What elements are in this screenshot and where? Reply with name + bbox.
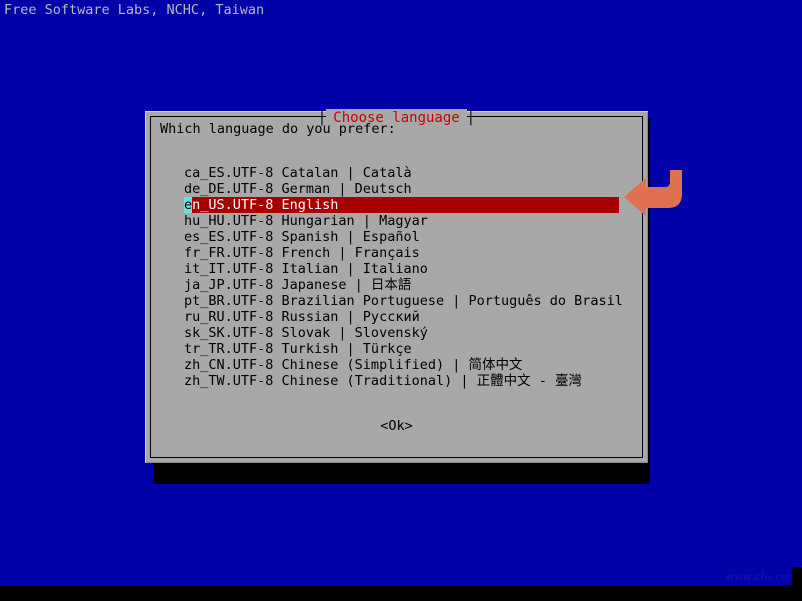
language-row-text: de_DE.UTF-8 German | Deutsch (184, 181, 412, 197)
terminal-screen: Free Software Labs, NCHC, Taiwan │ Choose… (0, 0, 802, 601)
dialog-frame: │ Choose language │ Which language do you … (150, 108, 643, 458)
text-cursor: e (184, 197, 193, 213)
dialog-button-row: <Ok> (151, 415, 642, 434)
choose-language-dialog: │ Choose language │ Which language do you … (145, 108, 648, 463)
language-row-text: it_IT.UTF-8 Italian | Italiano (184, 261, 428, 277)
dialog-prompt: Which language do you prefer: (160, 121, 396, 137)
language-row-text: sk_SK.UTF-8 Slovak | Slovenský (184, 325, 428, 341)
language-row-en_US.UTF-8[interactable]: en_US.UTF-8 English (151, 197, 642, 213)
language-row-de_DE.UTF-8[interactable]: de_DE.UTF-8 German | Deutsch (151, 181, 642, 197)
language-row-tr_TR.UTF-8[interactable]: tr_TR.UTF-8 Turkish | Türkçe (151, 341, 642, 357)
language-row-text: zh_TW.UTF-8 Chinese (Traditional) | 正體中文… (184, 373, 582, 389)
language-row-fr_FR.UTF-8[interactable]: fr_FR.UTF-8 French | Français (151, 245, 642, 261)
language-row-zh_CN.UTF-8[interactable]: zh_CN.UTF-8 Chinese (Simplified) | 简体中文 (151, 357, 642, 373)
language-row-ru_RU.UTF-8[interactable]: ru_RU.UTF-8 Russian | Русский (151, 309, 642, 325)
language-row-text: fr_FR.UTF-8 French | Français (184, 245, 420, 261)
language-row-ca_ES.UTF-8[interactable]: ca_ES.UTF-8 Catalan | Català (151, 165, 642, 181)
language-row-text: es_ES.UTF-8 Spanish | Español (184, 229, 420, 245)
annotation-curved-left-arrow (620, 168, 690, 218)
language-row-zh_TW.UTF-8[interactable]: zh_TW.UTF-8 Chinese (Traditional) | 正體中文… (151, 373, 642, 389)
language-row-pt_BR.UTF-8[interactable]: pt_BR.UTF-8 Brazilian Portuguese | Portu… (151, 293, 642, 309)
watermark-text: www.cfu.com (725, 572, 798, 583)
language-row-text: en_US.UTF-8 English (184, 197, 339, 213)
language-row-text: pt_BR.UTF-8 Brazilian Portuguese | Portu… (184, 293, 623, 309)
language-row-ja_JP.UTF-8[interactable]: ja_JP.UTF-8 Japanese | 日本語 (151, 277, 642, 293)
language-row-hu_HU.UTF-8[interactable]: hu_HU.UTF-8 Hungarian | Magyar (151, 213, 642, 229)
language-list[interactable]: ca_ES.UTF-8 Catalan | Català de_DE.UTF-8 … (151, 165, 642, 389)
language-row-text: ca_ES.UTF-8 Catalan | Català (184, 165, 412, 181)
language-row-sk_SK.UTF-8[interactable]: sk_SK.UTF-8 Slovak | Slovenský (151, 325, 642, 341)
language-row-text: hu_HU.UTF-8 Hungarian | Magyar (184, 213, 428, 229)
language-row-it_IT.UTF-8[interactable]: it_IT.UTF-8 Italian | Italiano (151, 261, 642, 277)
arrow-shape (624, 170, 682, 216)
ok-button[interactable]: <Ok> (380, 418, 413, 434)
bottom-black-bar (0, 585, 802, 601)
language-row-text: tr_TR.UTF-8 Turkish | Türkçe (184, 341, 412, 357)
language-row-text: zh_CN.UTF-8 Chinese (Simplified) | 简体中文 (184, 357, 523, 373)
title-right-tick: │ (466, 109, 476, 126)
banner-text: Free Software Labs, NCHC, Taiwan (4, 2, 265, 18)
language-row-text: ja_JP.UTF-8 Japanese | 日本語 (184, 277, 412, 293)
language-row-es_ES.UTF-8[interactable]: es_ES.UTF-8 Spanish | Español (151, 229, 642, 245)
language-row-text: ru_RU.UTF-8 Russian | Русский (184, 309, 420, 325)
